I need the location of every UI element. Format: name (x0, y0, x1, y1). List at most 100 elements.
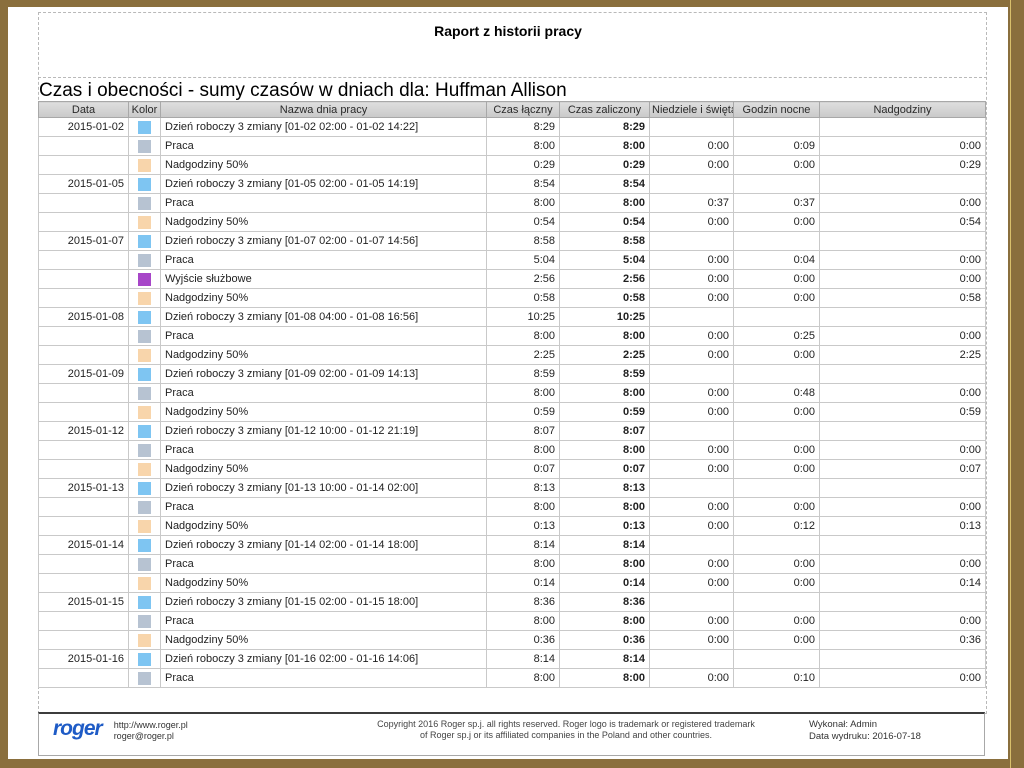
day-name-cell: Praca (161, 327, 487, 346)
table-row: Nadgodziny 50% 2:25 2:25 0:00 0:00 2:25 (39, 346, 986, 365)
overtime-cell: 0:00 (820, 498, 986, 517)
color-swatch-icon (138, 216, 151, 229)
total-time-cell: 8:54 (487, 175, 560, 194)
color-swatch-icon (138, 577, 151, 590)
counted-time-cell: 8:54 (560, 175, 650, 194)
overtime-cell: 0:00 (820, 327, 986, 346)
counted-time-cell: 8:00 (560, 194, 650, 213)
day-name-cell: Nadgodziny 50% (161, 213, 487, 232)
counted-time-cell: 8:00 (560, 327, 650, 346)
report-page: Raport z historii pracy Czas i obecności… (8, 7, 1008, 759)
date-cell: 2015-01-08 (39, 308, 129, 327)
color-cell (129, 137, 161, 156)
total-time-cell: 8:14 (487, 536, 560, 555)
sundays-holidays-cell: 0:00 (650, 441, 734, 460)
total-time-cell: 8:07 (487, 422, 560, 441)
column-header-night-hours: Godzin nocne (734, 102, 820, 118)
overtime-cell: 2:25 (820, 346, 986, 365)
total-time-cell: 0:54 (487, 213, 560, 232)
day-name-cell: Dzień roboczy 3 zmiany [01-05 02:00 - 01… (161, 175, 487, 194)
sundays-holidays-cell (650, 536, 734, 555)
total-time-cell: 8:58 (487, 232, 560, 251)
table-row: Praca 8:00 8:00 0:00 0:48 0:00 (39, 384, 986, 403)
date-cell (39, 574, 129, 593)
color-swatch-icon (138, 520, 151, 533)
color-cell (129, 213, 161, 232)
night-hours-cell (734, 479, 820, 498)
color-swatch-icon (138, 330, 151, 343)
day-name-cell: Praca (161, 612, 487, 631)
footer-print-info: Wykonał: Admin Data wydruku: 2016-07-18 (809, 714, 984, 743)
color-cell (129, 232, 161, 251)
counted-time-cell: 10:25 (560, 308, 650, 327)
color-swatch-icon (138, 197, 151, 210)
date-cell (39, 156, 129, 175)
column-header-sundays-holidays: Niedziele i święta (650, 102, 734, 118)
date-cell (39, 403, 129, 422)
color-cell (129, 612, 161, 631)
overtime-cell (820, 593, 986, 612)
sundays-holidays-cell: 0:00 (650, 460, 734, 479)
date-cell (39, 631, 129, 650)
color-swatch-icon (138, 121, 151, 134)
table-row: 2015-01-12 Dzień roboczy 3 zmiany [01-12… (39, 422, 986, 441)
work-history-table: Data Kolor Nazwa dnia pracy Czas łączny … (38, 101, 986, 688)
date-cell (39, 555, 129, 574)
color-swatch-icon (138, 463, 151, 476)
day-name-cell: Dzień roboczy 3 zmiany [01-07 02:00 - 01… (161, 232, 487, 251)
night-hours-cell: 0:00 (734, 213, 820, 232)
counted-time-cell: 8:13 (560, 479, 650, 498)
sundays-holidays-cell: 0:00 (650, 612, 734, 631)
overtime-cell: 0:13 (820, 517, 986, 536)
date-cell (39, 213, 129, 232)
color-swatch-icon (138, 634, 151, 647)
date-cell: 2015-01-16 (39, 650, 129, 669)
color-cell (129, 270, 161, 289)
sundays-holidays-cell: 0:00 (650, 346, 734, 365)
sundays-holidays-cell (650, 308, 734, 327)
color-cell (129, 384, 161, 403)
date-cell (39, 251, 129, 270)
color-cell (129, 365, 161, 384)
night-hours-cell: 0:00 (734, 270, 820, 289)
date-cell: 2015-01-02 (39, 118, 129, 137)
night-hours-cell (734, 232, 820, 251)
color-swatch-icon (138, 178, 151, 191)
date-cell (39, 498, 129, 517)
column-header-day-name: Nazwa dnia pracy (161, 102, 487, 118)
sundays-holidays-cell (650, 175, 734, 194)
date-cell: 2015-01-12 (39, 422, 129, 441)
counted-time-cell: 8:14 (560, 536, 650, 555)
counted-time-cell: 8:00 (560, 669, 650, 688)
day-name-cell: Nadgodziny 50% (161, 517, 487, 536)
color-cell (129, 251, 161, 270)
day-name-cell: Praca (161, 137, 487, 156)
date-cell (39, 327, 129, 346)
color-swatch-icon (138, 387, 151, 400)
overtime-cell (820, 232, 986, 251)
sundays-holidays-cell: 0:00 (650, 574, 734, 593)
color-cell (129, 669, 161, 688)
color-swatch-icon (138, 349, 151, 362)
night-hours-cell: 0:00 (734, 289, 820, 308)
day-name-cell: Praca (161, 251, 487, 270)
column-header-overtime: Nadgodziny (820, 102, 986, 118)
night-hours-cell: 0:10 (734, 669, 820, 688)
overtime-cell: 0:29 (820, 156, 986, 175)
date-cell: 2015-01-15 (39, 593, 129, 612)
color-cell (129, 536, 161, 555)
date-cell: 2015-01-13 (39, 479, 129, 498)
color-swatch-icon (138, 235, 151, 248)
table-row: Praca 8:00 8:00 0:00 0:00 0:00 (39, 498, 986, 517)
day-name-cell: Nadgodziny 50% (161, 346, 487, 365)
day-name-cell: Nadgodziny 50% (161, 403, 487, 422)
overtime-cell: 0:07 (820, 460, 986, 479)
total-time-cell: 8:00 (487, 137, 560, 156)
color-swatch-icon (138, 273, 151, 286)
total-time-cell: 8:00 (487, 498, 560, 517)
night-hours-cell: 0:00 (734, 631, 820, 650)
table-row: Praca 8:00 8:00 0:37 0:37 0:00 (39, 194, 986, 213)
total-time-cell: 2:25 (487, 346, 560, 365)
color-cell (129, 593, 161, 612)
night-hours-cell: 0:09 (734, 137, 820, 156)
